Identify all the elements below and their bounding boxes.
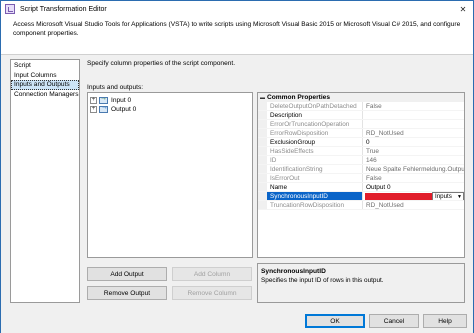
nav-item-connection-managers[interactable]: Connection Managers xyxy=(11,90,79,100)
redacted-value xyxy=(365,193,439,200)
remove-output-button[interactable]: Remove Output xyxy=(87,286,167,300)
property-name: Name xyxy=(267,183,363,191)
property-row[interactable]: HasSideEffects True xyxy=(258,147,464,156)
property-row[interactable]: IdentificationString Neue Spalte Fehlerm… xyxy=(258,165,464,174)
property-value: RD_NotUsed xyxy=(366,130,404,137)
property-value: Neue Spalte Fehlermeldung.Outputs[ xyxy=(366,166,464,173)
nav-item-script[interactable]: Script xyxy=(11,61,79,71)
property-row[interactable]: ErrorOrTruncationOperation xyxy=(258,120,464,129)
tree-node-label: Output 0 xyxy=(111,106,137,113)
property-value xyxy=(363,120,464,128)
chevron-down-icon: ▼ xyxy=(457,194,462,200)
window-controls: ✕ xyxy=(453,1,473,17)
property-name: Description xyxy=(267,111,363,119)
property-name: IsErrorOut xyxy=(267,174,363,182)
property-name: DeleteOutputOnPathDetached xyxy=(267,102,363,110)
property-name: HasSideEffects xyxy=(267,147,363,155)
property-name: SynchronousInputID xyxy=(267,192,363,200)
page-hint: Specify column properties of the script … xyxy=(87,60,236,67)
property-name: ExclusionGroup xyxy=(267,138,363,146)
dialog-button-bar: OK Cancel Help xyxy=(1,309,473,333)
synchronous-input-dropdown[interactable]: Inputs ▼ xyxy=(432,192,464,200)
property-value[interactable]: Inputs ▼ xyxy=(363,192,464,200)
tree-node-input-0[interactable]: + Input 0 xyxy=(90,95,250,105)
description-text: Access Microsoft Visual Studio Tools for… xyxy=(13,21,461,37)
property-value: RD_NotUsed xyxy=(366,202,404,209)
properties-grid: ▬ Common Properties DeleteOutputOnPathDe… xyxy=(257,92,465,258)
close-icon[interactable]: ✕ xyxy=(453,1,473,17)
property-row-selected[interactable]: SynchronousInputID Inputs ▼ xyxy=(258,192,464,201)
property-row[interactable]: Name Output 0 xyxy=(258,183,464,192)
tree-node-label: Input 0 xyxy=(111,97,132,104)
property-row[interactable]: DeleteOutputOnPathDetached False xyxy=(258,102,464,111)
script-component-icon xyxy=(5,4,15,14)
property-value: False xyxy=(366,103,382,110)
ok-button[interactable]: OK xyxy=(305,314,365,328)
help-button[interactable]: Help xyxy=(423,314,467,328)
property-name: ErrorRowDisposition xyxy=(267,129,363,137)
property-category-label: Common Properties xyxy=(267,94,331,101)
property-value: False xyxy=(366,175,382,182)
property-value[interactable]: Output 0 xyxy=(363,183,464,191)
help-title: SynchronousInputID xyxy=(261,268,326,275)
property-row[interactable]: ExclusionGroup 0 xyxy=(258,138,464,147)
property-row[interactable]: ID 146 xyxy=(258,156,464,165)
window-title: Script Transformation Editor xyxy=(20,5,107,13)
property-name: ID xyxy=(267,156,363,164)
expand-plus-icon[interactable]: + xyxy=(90,97,97,104)
property-row[interactable]: Description xyxy=(258,111,464,120)
property-value[interactable] xyxy=(363,111,464,119)
property-row[interactable]: ErrorRowDisposition RD_NotUsed xyxy=(258,129,464,138)
property-name: TruncationRowDisposition xyxy=(267,201,363,209)
remove-column-button[interactable]: Remove Column xyxy=(172,286,252,300)
editor-description: Access Microsoft Visual Studio Tools for… xyxy=(1,17,473,55)
editor-nav-list: Script Input Columns Inputs and Outputs … xyxy=(10,59,80,303)
property-help-panel: SynchronousInputID Specifies the input I… xyxy=(257,263,465,303)
title-bar: Script Transformation Editor ✕ xyxy=(1,1,473,17)
property-category[interactable]: ▬ Common Properties xyxy=(258,93,464,102)
inputs-outputs-tree: + Input 0 + Output 0 xyxy=(87,92,253,258)
property-value: True xyxy=(366,148,379,155)
property-name: ErrorOrTruncationOperation xyxy=(267,120,363,128)
property-value[interactable]: 0 xyxy=(363,138,464,146)
property-name: IdentificationString xyxy=(267,165,363,173)
output-icon xyxy=(99,104,108,113)
help-text: Specifies the input ID of rows in this o… xyxy=(261,277,384,284)
property-row[interactable]: IsErrorOut False xyxy=(258,174,464,183)
nav-item-input-columns[interactable]: Input Columns xyxy=(11,71,79,81)
inputs-outputs-label: Inputs and outputs: xyxy=(87,84,144,91)
property-row[interactable]: TruncationRowDisposition RD_NotUsed xyxy=(258,201,464,210)
nav-item-inputs-and-outputs[interactable]: Inputs and Outputs xyxy=(11,80,79,90)
property-value: 146 xyxy=(366,157,377,164)
add-output-button[interactable]: Add Output xyxy=(87,267,167,281)
expand-plus-icon[interactable]: + xyxy=(90,106,97,113)
collapse-minus-icon[interactable]: ▬ xyxy=(258,95,267,101)
dropdown-value: Inputs xyxy=(435,193,452,200)
input-icon xyxy=(99,95,108,104)
cancel-button[interactable]: Cancel xyxy=(369,314,419,328)
add-column-button[interactable]: Add Column xyxy=(172,267,252,281)
tree-node-output-0[interactable]: + Output 0 xyxy=(90,104,250,114)
script-transformation-editor-window: Script Transformation Editor ✕ Access Mi… xyxy=(0,0,474,333)
